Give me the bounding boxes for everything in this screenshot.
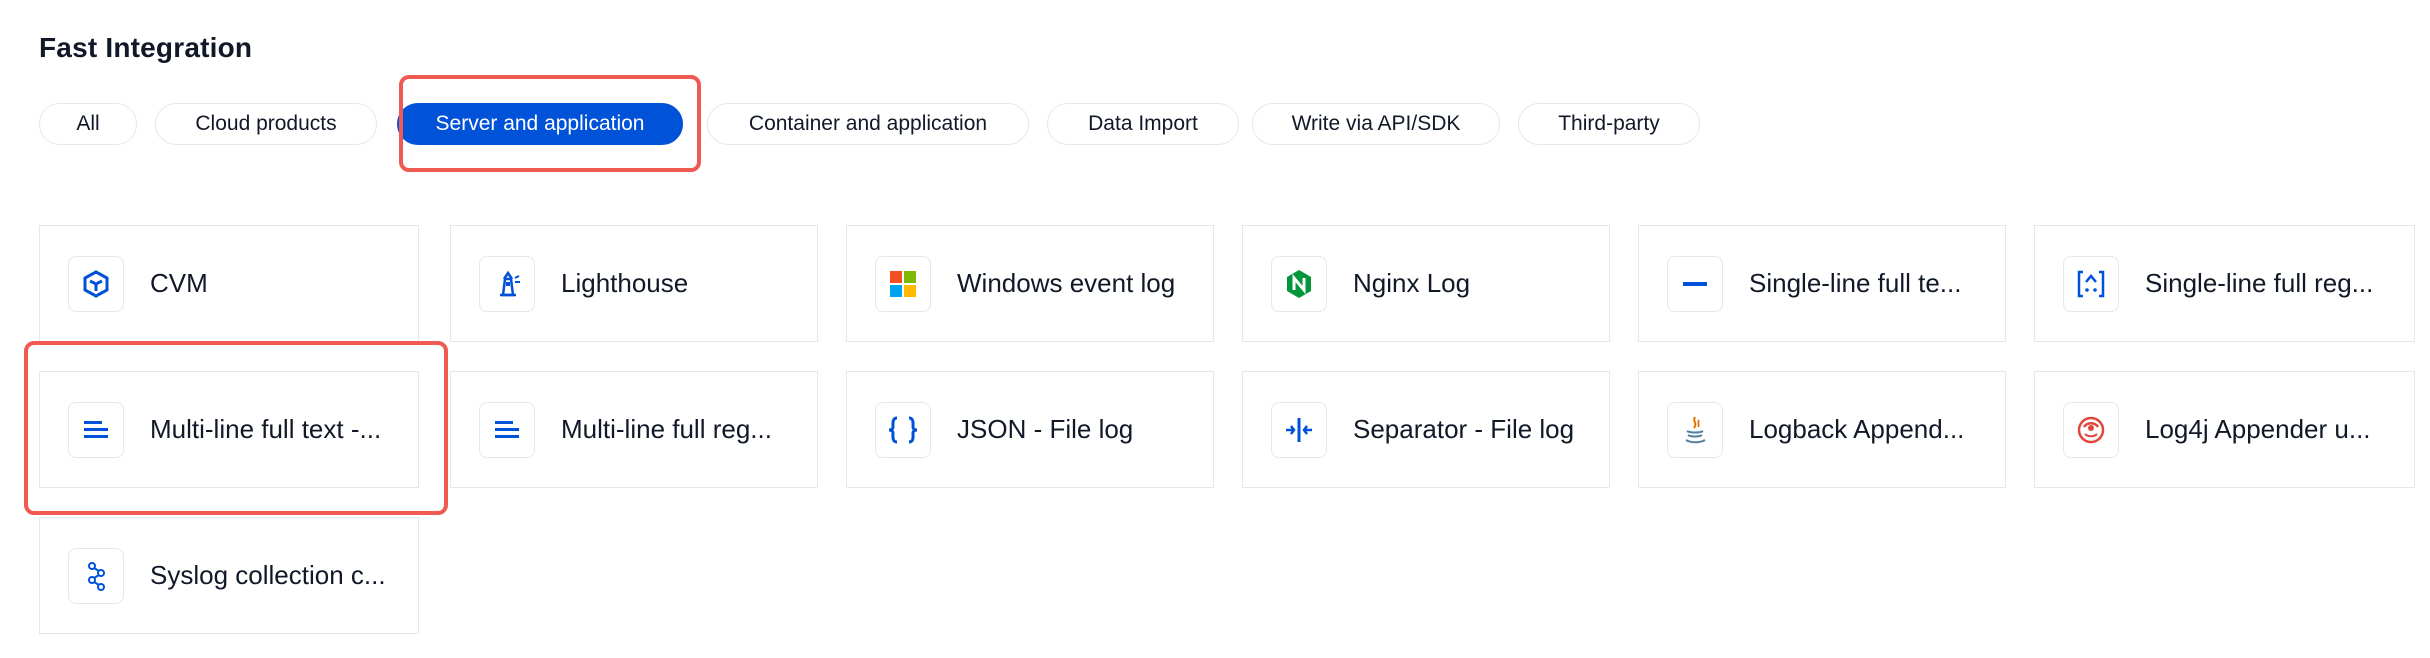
integration-card-nginx-log[interactable]: Nginx Log <box>1242 225 1610 342</box>
lighthouse-icon <box>479 255 535 312</box>
integration-card-single-line-full-regex[interactable]: Single-line full reg... <box>2034 225 2415 342</box>
card-label: JSON - File log <box>957 414 1134 444</box>
windows-logo-icon <box>875 255 931 312</box>
integration-card-multi-line-full-text[interactable]: Multi-line full text -... <box>39 371 419 488</box>
card-label: Single-line full te... <box>1749 268 1962 298</box>
java-logo-icon <box>1667 401 1723 458</box>
separator-icon <box>1271 401 1327 458</box>
card-label: Syslog collection c... <box>150 560 386 590</box>
syslog-icon <box>68 547 124 604</box>
single-line-icon <box>1667 255 1723 312</box>
card-label: Nginx Log <box>1353 268 1471 298</box>
integration-card-single-line-full-text[interactable]: Single-line full te... <box>1638 225 2006 342</box>
integration-card-syslog-collection[interactable]: Syslog collection c... <box>39 517 419 634</box>
filter-all[interactable]: All <box>39 103 137 145</box>
card-label: Multi-line full text -... <box>150 414 382 444</box>
card-label: Single-line full reg... <box>2145 268 2374 298</box>
integration-card-windows-event-log[interactable]: Windows event log <box>846 225 1214 342</box>
filter-cloud-products[interactable]: Cloud products <box>155 103 377 145</box>
integration-card-separator-file-log[interactable]: Separator - File log <box>1242 371 1610 488</box>
fast-integration-page: Fast Integration All Cloud products Serv… <box>0 0 2430 658</box>
integration-card-json-file-log[interactable]: JSON - File log <box>846 371 1214 488</box>
filter-write-via-api-sdk[interactable]: Write via API/SDK <box>1252 103 1500 145</box>
log4j-logo-icon <box>2063 401 2119 458</box>
card-label: Lighthouse <box>561 268 689 298</box>
multi-line-regex-icon <box>479 401 535 458</box>
card-label: CVM <box>150 268 208 298</box>
cvm-icon <box>68 255 124 312</box>
integration-card-cvm[interactable]: CVM <box>39 225 419 342</box>
nginx-logo-icon <box>1271 255 1327 312</box>
filter-container-and-application[interactable]: Container and application <box>707 103 1029 145</box>
integration-card-multi-line-full-regex[interactable]: Multi-line full reg... <box>450 371 818 488</box>
filter-server-and-application[interactable]: Server and application <box>397 103 683 145</box>
integration-card-logback-appender[interactable]: Logback Append... <box>1638 371 2006 488</box>
integration-card-lighthouse[interactable]: Lighthouse <box>450 225 818 342</box>
integration-card-log4j-appender[interactable]: Log4j Appender u... <box>2034 371 2415 488</box>
multi-line-icon <box>68 401 124 458</box>
card-label: Windows event log <box>957 268 1176 298</box>
page-title: Fast Integration <box>39 32 253 63</box>
card-label: Multi-line full reg... <box>561 414 772 444</box>
filter-data-import[interactable]: Data Import <box>1047 103 1239 145</box>
card-label: Separator - File log <box>1353 414 1575 444</box>
card-label: Logback Append... <box>1749 414 1965 444</box>
card-label: Log4j Appender u... <box>2145 414 2371 444</box>
regex-icon <box>2063 255 2119 312</box>
filter-third-party[interactable]: Third-party <box>1518 103 1700 145</box>
json-braces-icon <box>875 401 931 458</box>
